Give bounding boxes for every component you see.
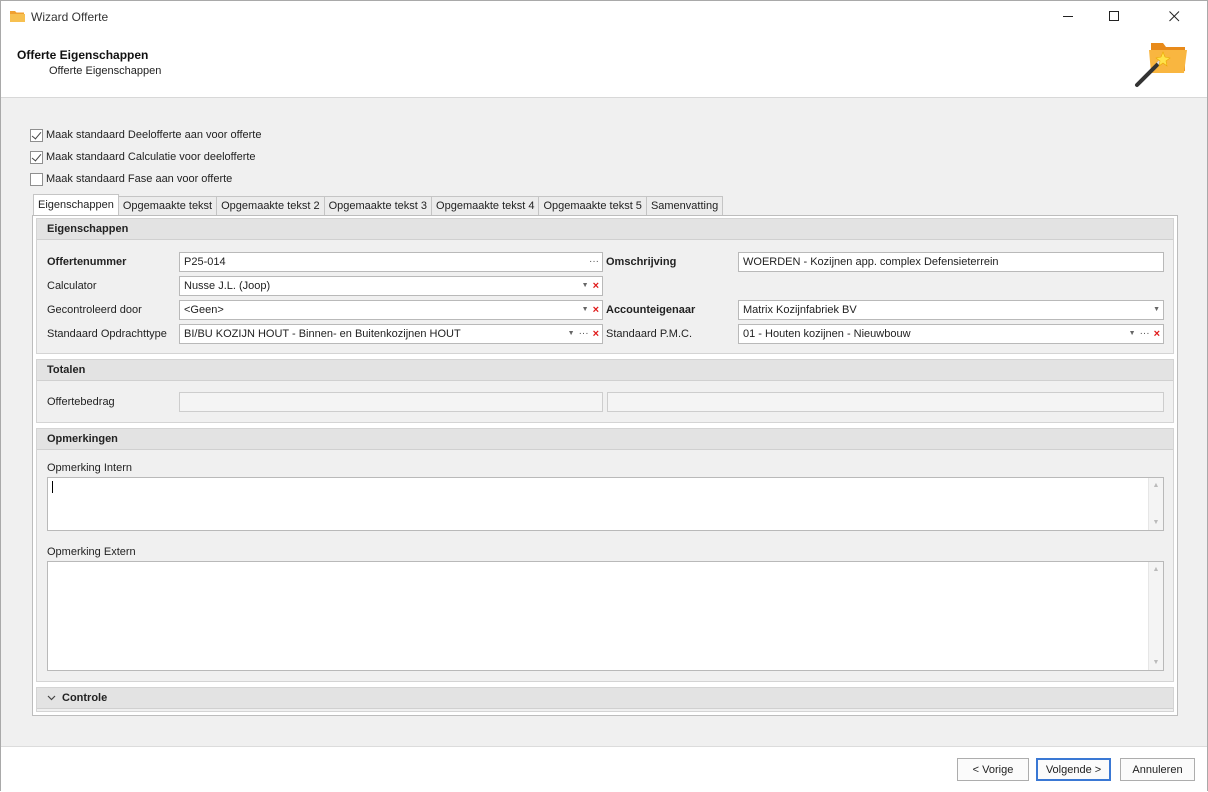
opmerking-intern-label: Opmerking Intern	[47, 462, 132, 474]
scroll-down-icon[interactable]: ▼	[1149, 659, 1163, 666]
offertenummer-field[interactable]: P25-014 ···	[179, 252, 603, 272]
close-icon	[1168, 11, 1179, 22]
offertenummer-label: Offertenummer	[47, 256, 127, 268]
intern-scrollbar[interactable]: ▲ ▼	[1148, 478, 1163, 530]
wizard-window: Wizard Offerte Offerte Eigenschappen Off…	[0, 0, 1208, 792]
ellipsis-icon[interactable]: ···	[579, 325, 589, 343]
gecontroleerd-field[interactable]: <Geen> ▼ ×	[179, 300, 603, 320]
tab-opgemaakte-tekst-4[interactable]: Opgemaakte tekst 4	[431, 196, 540, 215]
opmerkingen-section: Opmerkingen Opmerking Intern ▲ ▼ Opmerki…	[36, 428, 1174, 682]
folder-icon	[10, 11, 25, 22]
pmc-label: Standaard P.M.C.	[606, 328, 693, 340]
clear-icon[interactable]: ×	[593, 301, 599, 319]
deelofferte-label: Maak standaard Deelofferte aan voor offe…	[46, 129, 262, 141]
fase-label: Maak standaard Fase aan voor offerte	[46, 173, 233, 185]
accounteigenaar-field[interactable]: Matrix Kozijnfabriek BV ▼	[738, 300, 1164, 320]
calculatie-checkbox[interactable]	[30, 150, 43, 164]
calculatie-label: Maak standaard Calculatie voor deeloffer…	[46, 151, 256, 163]
omschrijving-value: WOERDEN - Kozijnen app. complex Defensie…	[743, 256, 999, 268]
clear-icon[interactable]: ×	[593, 277, 599, 295]
minimize-icon	[1062, 16, 1073, 17]
title-bar: Wizard Offerte	[1, 1, 1207, 32]
scroll-up-icon[interactable]: ▲	[1149, 566, 1163, 573]
gecontroleerd-label: Gecontroleerd door	[47, 304, 142, 316]
maximize-icon	[1108, 11, 1119, 21]
opdrachttype-label: Standaard Opdrachttype	[47, 328, 167, 340]
calculator-label: Calculator	[47, 280, 97, 292]
deelofferte-checkbox[interactable]	[30, 128, 43, 142]
tab-opgemaakte-tekst-5[interactable]: Opgemaakte tekst 5	[538, 196, 647, 215]
pmc-value: 01 - Houten kozijnen - Nieuwbouw	[743, 328, 911, 340]
cancel-button[interactable]: Annuleren	[1120, 758, 1195, 781]
dropdown-arrow-icon[interactable]: ▼	[582, 301, 589, 319]
eigenschappen-panel: Eigenschappen Offertenummer P25-014 ··· …	[32, 215, 1178, 716]
wizard-wand-folder-icon	[1135, 43, 1187, 87]
page-subtitle: Offerte Eigenschappen	[49, 65, 162, 77]
dropdown-arrow-icon[interactable]: ▼	[1153, 301, 1160, 319]
scroll-up-icon[interactable]: ▲	[1149, 482, 1163, 489]
previous-button[interactable]: < Vorige	[957, 758, 1029, 781]
clear-icon[interactable]: ×	[1154, 325, 1160, 343]
dropdown-arrow-icon[interactable]: ▼	[582, 277, 589, 295]
tab-opgemaakte-tekst-3[interactable]: Opgemaakte tekst 3	[323, 196, 433, 215]
ellipsis-icon[interactable]: ···	[589, 253, 599, 271]
tab-opgemaakte-tekst-2[interactable]: Opgemaakte tekst 2	[216, 196, 325, 215]
option-deelofferte[interactable]: Maak standaard Deelofferte aan voor offe…	[30, 127, 261, 143]
close-button[interactable]	[1151, 1, 1197, 32]
opmerkingen-heading: Opmerkingen	[37, 429, 1173, 450]
opdrachttype-field[interactable]: BI/BU KOZIJN HOUT - Binnen- en Buitenkoz…	[179, 324, 603, 344]
tab-opgemaakte-tekst[interactable]: Opgemaakte tekst	[117, 196, 218, 215]
wizard-footer: < Vorige Volgende > Annuleren	[1, 746, 1207, 792]
chevron-down-icon[interactable]	[47, 692, 56, 704]
fase-checkbox[interactable]	[30, 172, 43, 186]
omschrijving-label: Omschrijving	[606, 256, 677, 268]
tab-eigenschappen[interactable]: Eigenschappen	[33, 194, 119, 215]
minimize-button[interactable]	[1045, 1, 1091, 32]
totalen-section: Totalen Offertebedrag	[36, 359, 1174, 423]
controle-header[interactable]: Controle	[37, 688, 1173, 709]
option-calculatie[interactable]: Maak standaard Calculatie voor deeloffer…	[30, 149, 256, 165]
opdrachttype-value: BI/BU KOZIJN HOUT - Binnen- en Buitenkoz…	[184, 328, 461, 340]
calculator-value: Nusse J.L. (Joop)	[184, 280, 271, 292]
omschrijving-field[interactable]: WOERDEN - Kozijnen app. complex Defensie…	[738, 252, 1164, 272]
opmerking-extern-input[interactable]: ▲ ▼	[47, 561, 1164, 671]
wizard-header: Offerte Eigenschappen Offerte Eigenschap…	[1, 32, 1207, 98]
gecontroleerd-value: <Geen>	[184, 304, 224, 316]
controle-heading: Controle	[62, 692, 108, 704]
offertenummer-value: P25-014	[184, 256, 226, 268]
dropdown-arrow-icon[interactable]: ▼	[1129, 325, 1136, 343]
offertebedrag-field	[179, 392, 603, 412]
maximize-button[interactable]	[1091, 1, 1137, 32]
totalen-heading: Totalen	[37, 360, 1173, 381]
option-fase[interactable]: Maak standaard Fase aan voor offerte	[30, 171, 232, 187]
dropdown-arrow-icon[interactable]: ▼	[568, 325, 575, 343]
text-caret	[52, 481, 53, 493]
offertebedrag-label: Offertebedrag	[47, 396, 115, 408]
controle-section: Controle	[36, 687, 1174, 712]
next-button[interactable]: Volgende >	[1036, 758, 1111, 781]
eigenschappen-heading: Eigenschappen	[37, 219, 1173, 240]
offertebedrag-field-2	[607, 392, 1164, 412]
clear-icon[interactable]: ×	[593, 325, 599, 343]
extern-scrollbar[interactable]: ▲ ▼	[1148, 562, 1163, 670]
tab-samenvatting[interactable]: Samenvatting	[645, 196, 724, 215]
ellipsis-icon[interactable]: ···	[1140, 325, 1150, 343]
scroll-down-icon[interactable]: ▼	[1149, 519, 1163, 526]
tab-strip: Eigenschappen Opgemaakte tekst Opgemaakt…	[33, 194, 724, 215]
accounteigenaar-label: Accounteigenaar	[606, 304, 696, 316]
pmc-field[interactable]: 01 - Houten kozijnen - Nieuwbouw ▼ ··· ×	[738, 324, 1164, 344]
calculator-field[interactable]: Nusse J.L. (Joop) ▼ ×	[179, 276, 603, 296]
page-title: Offerte Eigenschappen	[17, 48, 149, 62]
wizard-content: Maak standaard Deelofferte aan voor offe…	[1, 98, 1207, 746]
opmerking-intern-input[interactable]: ▲ ▼	[47, 477, 1164, 531]
window-title: Wizard Offerte	[31, 10, 109, 24]
accounteigenaar-value: Matrix Kozijnfabriek BV	[743, 304, 857, 316]
opmerking-extern-label: Opmerking Extern	[47, 546, 136, 558]
eigenschappen-section: Eigenschappen Offertenummer P25-014 ··· …	[36, 218, 1174, 354]
